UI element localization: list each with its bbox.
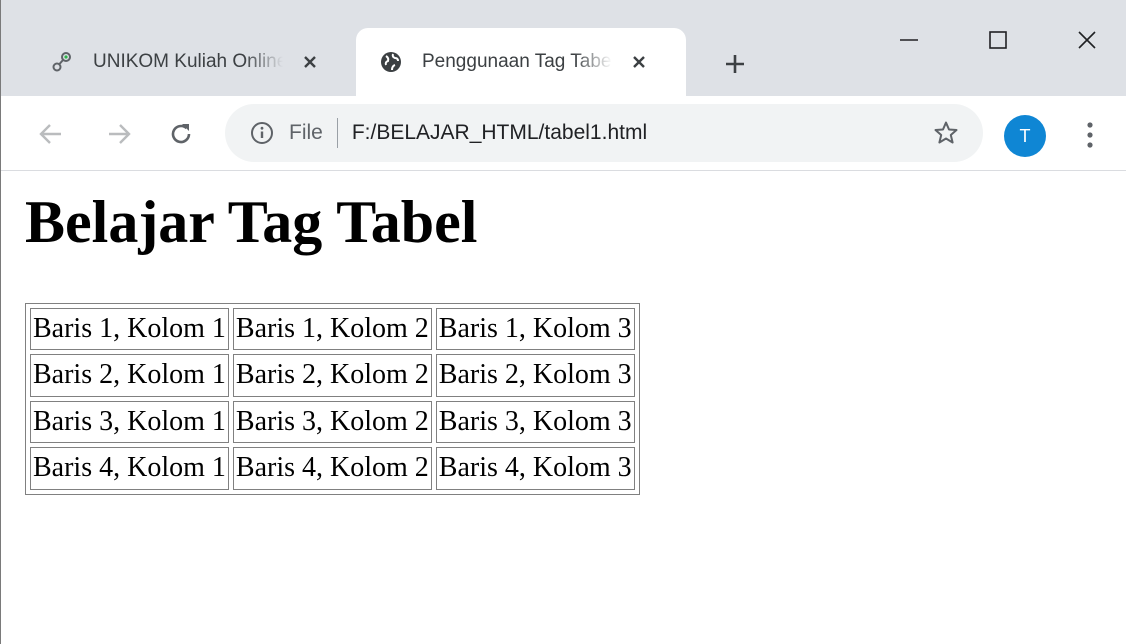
data-table: Baris 1, Kolom 1 Baris 1, Kolom 2 Baris …: [25, 303, 640, 495]
url-text[interactable]: F:/BELAJAR_HTML/tabel1.html: [352, 121, 647, 145]
maximize-button[interactable]: [976, 18, 1020, 62]
maximize-icon: [989, 31, 1007, 49]
kebab-menu-icon: [1087, 122, 1093, 148]
close-window-button[interactable]: [1065, 18, 1109, 62]
close-tab-icon[interactable]: [626, 49, 652, 75]
close-icon: [1078, 31, 1096, 49]
site-chip: File: [289, 121, 323, 144]
table-cell: Baris 2, Kolom 2: [232, 354, 432, 397]
table-cell: Baris 1, Kolom 3: [435, 308, 635, 351]
page-content: Belajar Tag Tabel Baris 1, Kolom 1 Baris…: [2, 171, 1126, 644]
plus-icon: [726, 55, 744, 73]
table-cell: Baris 4, Kolom 1: [30, 447, 229, 490]
table-row: Baris 1, Kolom 1 Baris 1, Kolom 2 Baris …: [30, 308, 635, 351]
tab-title: UNIKOM Kuliah Online: [93, 51, 283, 72]
tab-strip: UNIKOM Kuliah Online Penggunaan Tag Tabe…: [1, 0, 1126, 96]
address-bar[interactable]: File F:/BELAJAR_HTML/tabel1.html: [225, 104, 983, 162]
table-cell: Baris 2, Kolom 1: [30, 354, 229, 397]
tab-title: Penggunaan Tag Tabel: [422, 51, 612, 72]
new-tab-button[interactable]: [717, 46, 753, 82]
star-icon[interactable]: [931, 118, 961, 148]
table-row: Baris 4, Kolom 1 Baris 4, Kolom 2 Baris …: [30, 447, 635, 490]
reload-icon: [171, 124, 191, 144]
arrow-right-icon: [109, 124, 131, 144]
arrow-left-icon: [39, 124, 61, 144]
globe-icon: [378, 49, 404, 75]
browser-window: UNIKOM Kuliah Online Penggunaan Tag Tabe…: [0, 0, 1126, 644]
tab-penggunaan[interactable]: Penggunaan Tag Tabel: [356, 28, 686, 96]
table-cell: Baris 4, Kolom 2: [232, 447, 432, 490]
page-heading: Belajar Tag Tabel: [25, 189, 478, 255]
back-button[interactable]: [31, 114, 71, 154]
table-cell: Baris 1, Kolom 1: [30, 308, 229, 351]
table-cell: Baris 3, Kolom 1: [30, 400, 229, 444]
omnibox-divider: [336, 118, 338, 148]
close-tab-icon[interactable]: [297, 49, 323, 75]
table-cell: Baris 4, Kolom 3: [435, 447, 635, 490]
profile-avatar[interactable]: T: [1004, 115, 1046, 157]
reload-button[interactable]: [161, 114, 201, 154]
link-icon: [49, 49, 75, 75]
menu-button[interactable]: [1075, 116, 1105, 154]
table-cell: Baris 3, Kolom 2: [232, 400, 432, 444]
table-cell: Baris 3, Kolom 3: [435, 400, 635, 444]
table-cell: Baris 2, Kolom 3: [435, 354, 635, 397]
forward-button[interactable]: [99, 114, 139, 154]
info-icon[interactable]: [249, 120, 275, 146]
table-row: Baris 3, Kolom 1 Baris 3, Kolom 2 Baris …: [30, 400, 635, 444]
toolbar: File F:/BELAJAR_HTML/tabel1.html T: [1, 96, 1126, 171]
table-cell: Baris 1, Kolom 2: [232, 308, 432, 351]
tab-unikom[interactable]: UNIKOM Kuliah Online: [31, 28, 356, 96]
minimize-icon: [900, 39, 918, 41]
table-row: Baris 2, Kolom 1 Baris 2, Kolom 2 Baris …: [30, 354, 635, 397]
minimize-button[interactable]: [887, 18, 931, 62]
